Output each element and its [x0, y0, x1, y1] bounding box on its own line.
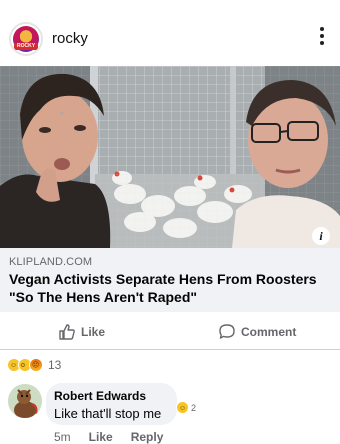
- comment-text: Like that'll stop me: [54, 406, 162, 421]
- link-domain: KLIPLAND.COM: [9, 256, 93, 268]
- like-button[interactable]: Like: [58, 322, 105, 342]
- post-header: ROCKY rocky: [0, 0, 340, 66]
- link-preview-box[interactable]: KLIPLAND.COM Vegan Activists Separate He…: [0, 248, 340, 312]
- comment-button[interactable]: Comment: [218, 322, 296, 342]
- reaction-summary[interactable]: ☺ o ☹ 13: [7, 356, 61, 374]
- like-label: Like: [81, 325, 106, 339]
- info-icon[interactable]: i: [312, 227, 330, 245]
- comment-reply-link[interactable]: Reply: [131, 430, 164, 444]
- reaction-count: 13: [48, 358, 62, 372]
- page-avatar[interactable]: ROCKY: [9, 22, 43, 56]
- commenter-avatar-image: [8, 384, 42, 418]
- comment-like-link[interactable]: Like: [89, 430, 113, 444]
- photo-illustration: [0, 66, 340, 248]
- comment-meta: 5m Like Reply: [54, 430, 181, 444]
- link-preview-image[interactable]: i: [0, 66, 340, 248]
- more-options-icon[interactable]: [318, 27, 326, 47]
- page-name[interactable]: rocky: [52, 30, 88, 47]
- thumbs-up-icon: [59, 324, 75, 340]
- comment-item: Robert Edwards Like that'll stop me ☺ 2 …: [0, 380, 340, 444]
- comment-author[interactable]: Robert Edwards: [54, 389, 177, 403]
- post-action-bar: Like Comment: [0, 312, 340, 350]
- avatar-caption: ROCKY: [14, 43, 38, 50]
- comment-time: 5m: [54, 430, 71, 444]
- comment-icon: [219, 324, 235, 339]
- comment-reaction[interactable]: ☺ 2: [176, 401, 196, 414]
- comment-label: Comment: [241, 325, 297, 339]
- link-headline[interactable]: Vegan Activists Separate Hens From Roost…: [9, 270, 331, 306]
- comment-bubble[interactable]: Robert Edwards Like that'll stop me: [46, 383, 177, 425]
- angry-reaction-icon: ☹: [29, 358, 43, 372]
- comment-reaction-count: 2: [191, 402, 197, 413]
- laugh-reaction-icon: ☺: [176, 401, 189, 414]
- commenter-avatar[interactable]: [8, 384, 42, 418]
